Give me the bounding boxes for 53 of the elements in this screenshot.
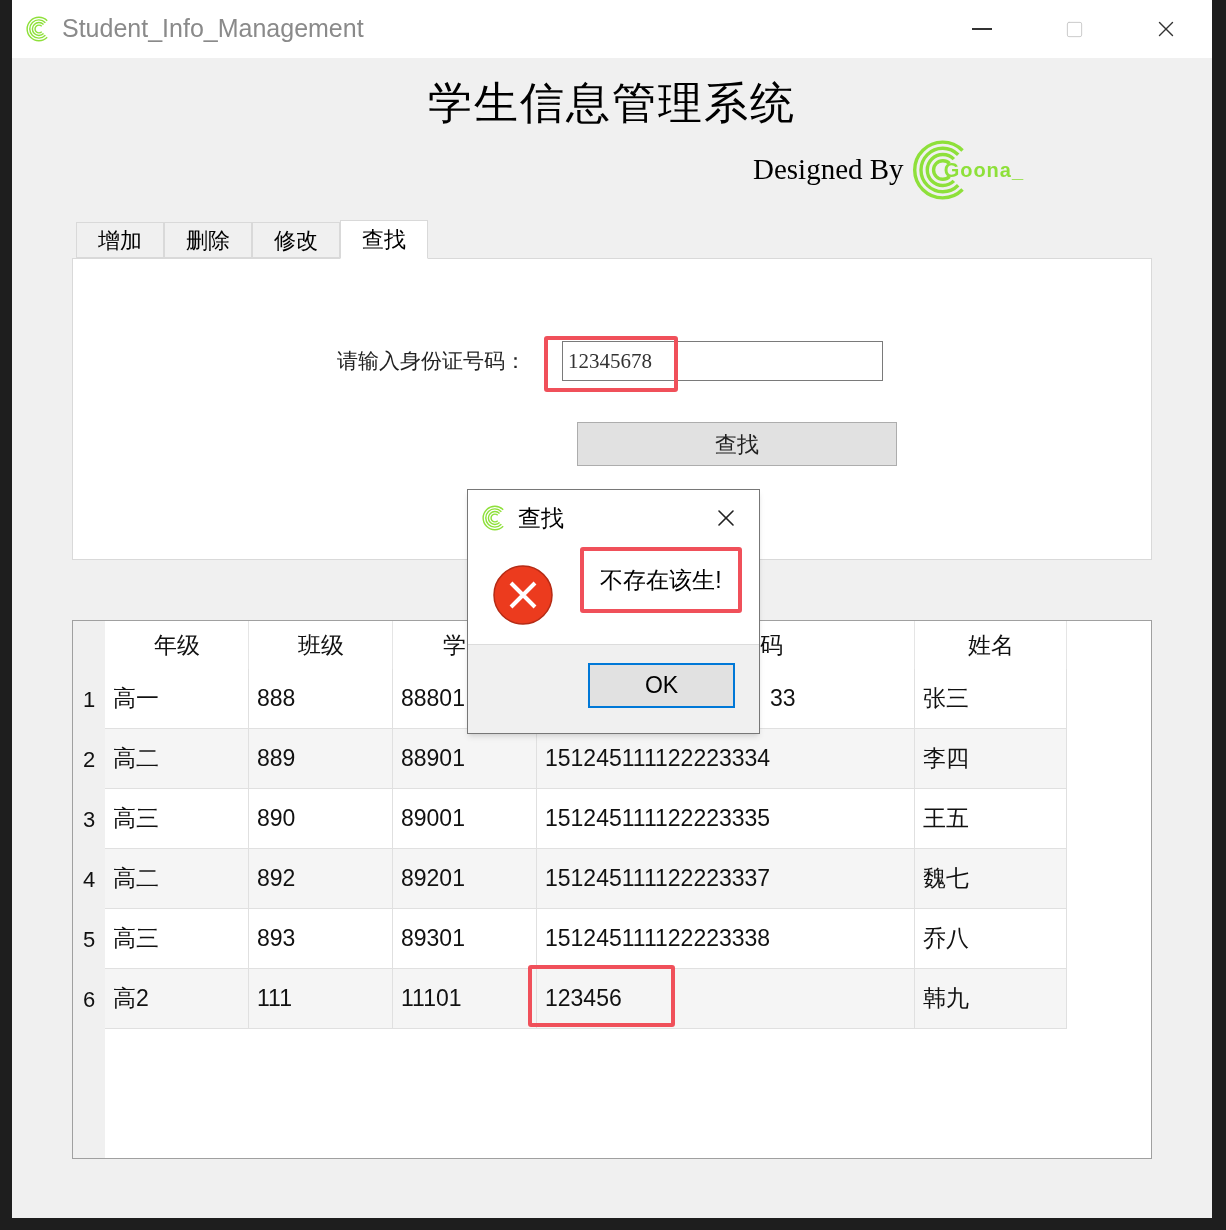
table-cell-text: 88901 <box>401 744 465 774</box>
table-cell-text: 890 <box>257 804 296 834</box>
dialog-title: 查找 <box>518 503 564 533</box>
table-cell-text: 888 <box>257 684 296 714</box>
table-cell-text: 韩九 <box>923 984 969 1014</box>
table-cell-text: 高三 <box>113 804 159 834</box>
table-cell-text: 高一 <box>113 684 159 714</box>
id-number-label: 请输入身份证号码： <box>337 348 526 375</box>
table-cell-text: 王五 <box>923 804 969 834</box>
table-cell-text: 11101 <box>401 984 462 1014</box>
table-cell-text: 889 <box>257 744 296 774</box>
designer-credit: Designed By <box>753 152 904 188</box>
table-cell-text: 高二 <box>113 744 159 774</box>
table-cell-text: 151245111122223334 <box>545 744 771 774</box>
window-title: Student_Info_Management <box>62 13 364 45</box>
id-number-field[interactable]: 12345678 <box>562 341 883 381</box>
table-cell-text: 乔八 <box>923 924 969 954</box>
table-cell-text: 张三 <box>923 684 969 714</box>
table-cell-text: 123456 <box>545 984 622 1014</box>
table-cell-text: 高二 <box>113 864 159 894</box>
table-cell-text: 151245111122223337 <box>545 864 771 894</box>
error-icon <box>492 564 554 626</box>
row-number: 6 <box>82 985 96 1014</box>
row-number: 5 <box>82 925 96 954</box>
table-cell-text: 89201 <box>401 864 465 894</box>
table-cell-text: 李四 <box>923 744 969 774</box>
table-cell-text: 893 <box>257 924 296 954</box>
tab[interactable]: 删除 <box>164 222 252 258</box>
table-cell-text: 892 <box>257 864 296 894</box>
row-number: 3 <box>82 805 96 834</box>
designer-logo: Goona_ <box>911 139 1025 201</box>
table-cell-text: 高三 <box>113 924 159 954</box>
table-cell-text: 33 <box>770 684 796 714</box>
search-button[interactable]: 查找 <box>577 422 897 466</box>
table-cell-text: 魏七 <box>923 864 969 894</box>
table-cell-text: 88801 <box>401 684 465 714</box>
table-cell-text: 高2 <box>113 984 149 1014</box>
table-cell-text: 89301 <box>401 924 465 954</box>
tab[interactable]: 查找 <box>340 220 428 259</box>
maximize-icon <box>1064 19 1084 39</box>
minimize-icon <box>972 28 992 30</box>
table-cell-text: 89001 <box>401 804 465 834</box>
app-heading: 学生信息管理系统 <box>428 78 796 130</box>
row-number: 2 <box>82 745 96 774</box>
table-cell-text: 111 <box>257 984 292 1014</box>
ok-button[interactable]: OK <box>588 663 735 708</box>
table-cell-text: 151245111122223335 <box>545 804 771 834</box>
row-number: 1 <box>82 685 96 714</box>
tab[interactable]: 增加 <box>76 222 164 258</box>
table-cell-text: 151245111122223338 <box>545 924 771 954</box>
dialog-message: 不存在该生! <box>600 565 722 595</box>
tab[interactable]: 修改 <box>252 222 340 258</box>
row-number: 4 <box>82 865 96 894</box>
